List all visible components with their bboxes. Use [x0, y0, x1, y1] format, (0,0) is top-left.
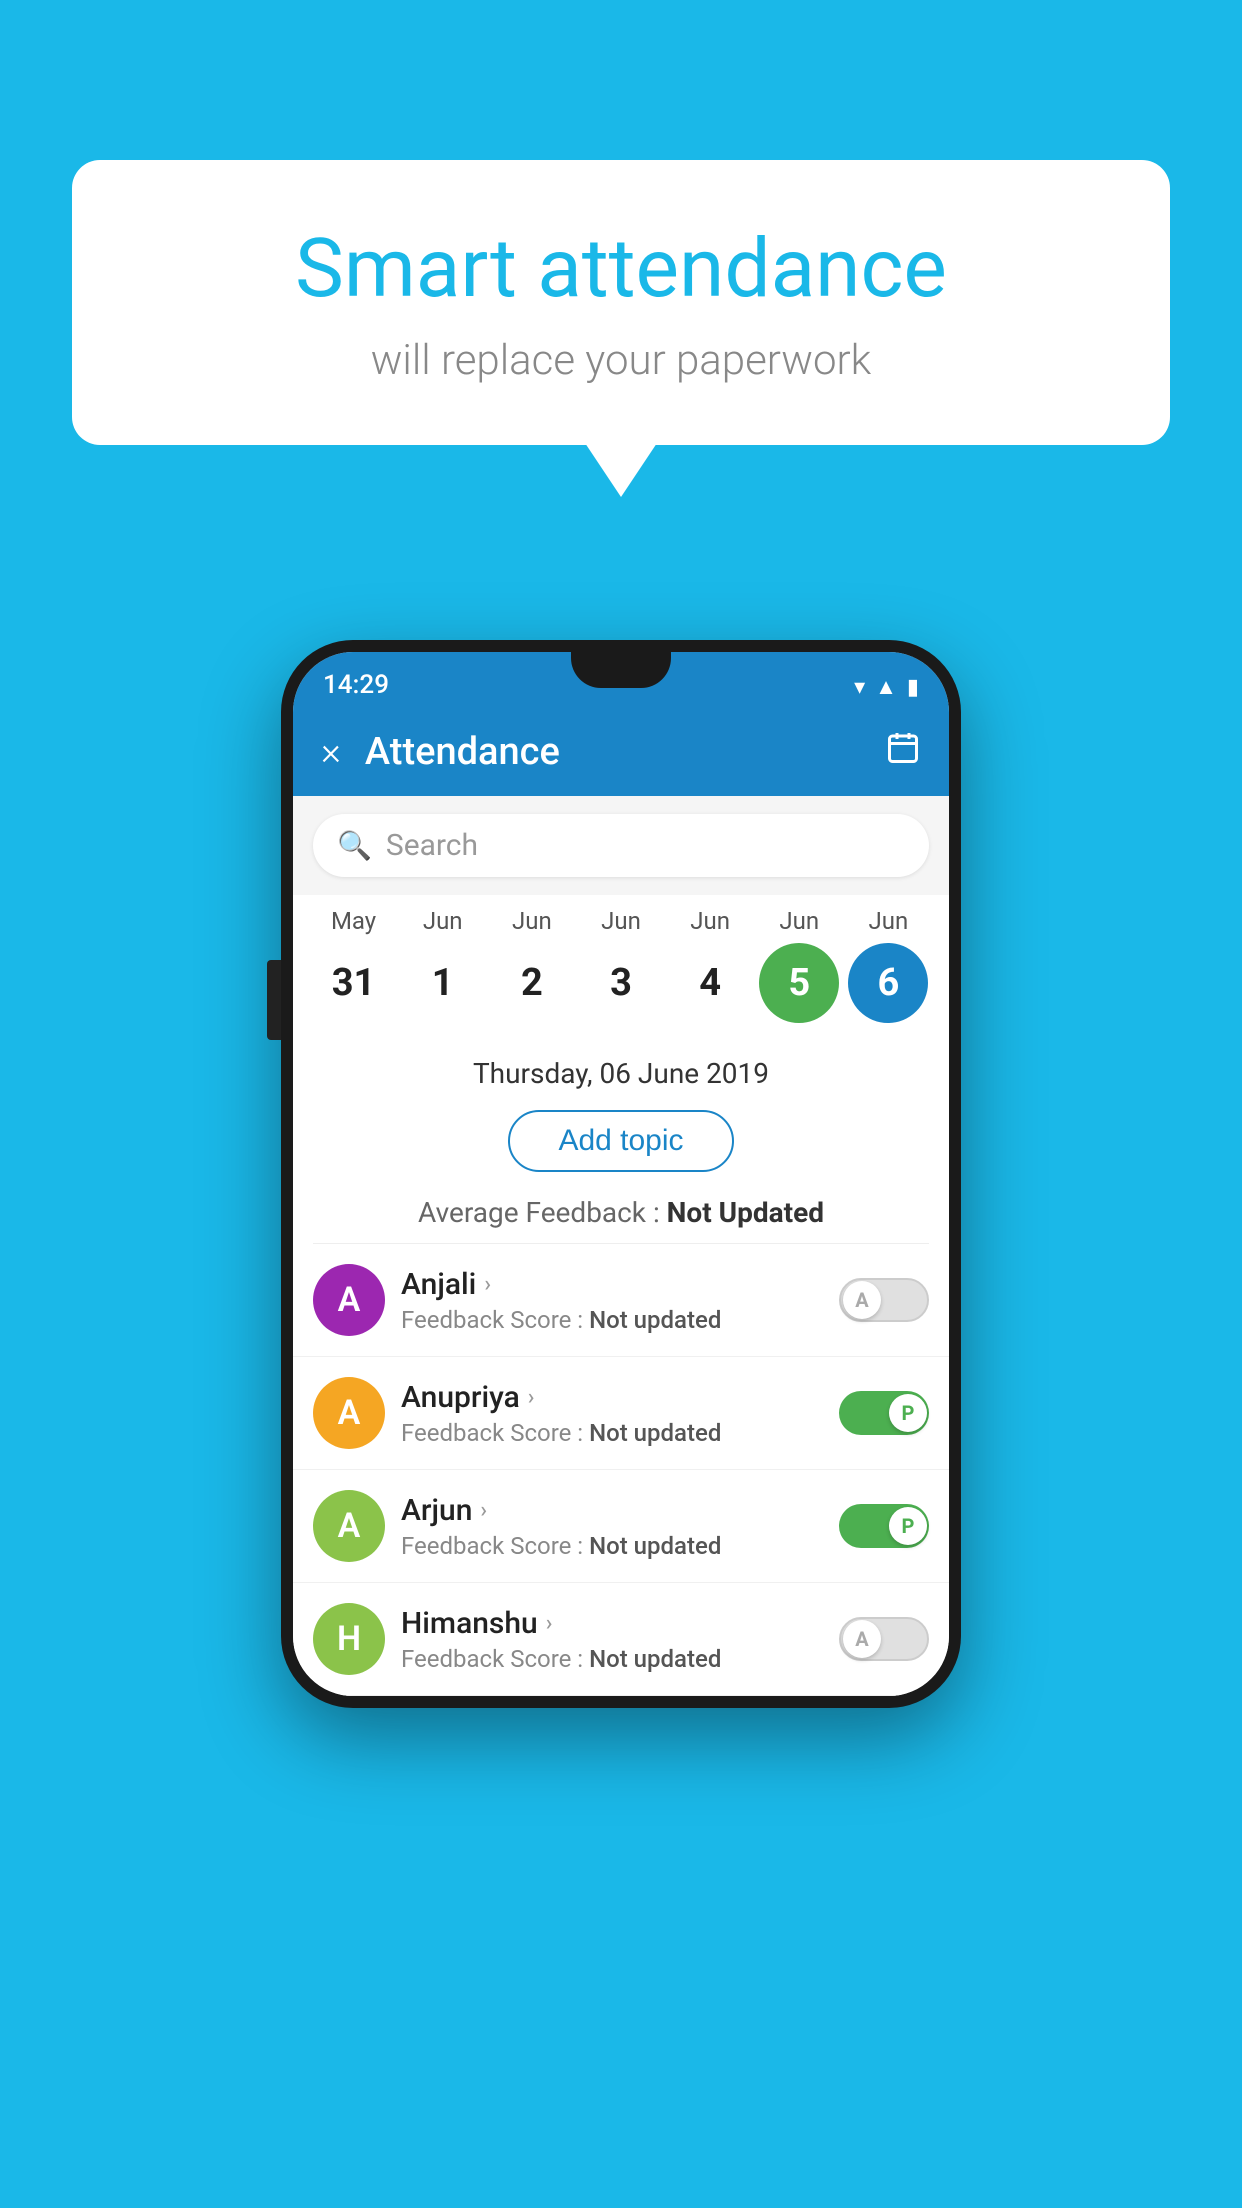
cal-month-6[interactable]: Jun	[848, 907, 928, 935]
header-title: Attendance	[365, 730, 861, 774]
student-feedback-arjun: Feedback Score : Not updated	[401, 1532, 823, 1560]
cal-date-4[interactable]: 4	[670, 943, 750, 1023]
cal-date-1[interactable]: 1	[403, 943, 483, 1023]
search-placeholder: Search	[386, 828, 478, 863]
avatar-anjali: A	[313, 1264, 385, 1336]
toggle-anupriya[interactable]: P	[839, 1391, 929, 1435]
student-item-arjun: A Arjun › Feedback Score : Not updated P	[293, 1470, 949, 1583]
avg-feedback-label: Average Feedback :	[418, 1196, 667, 1229]
toggle-knob-himanshu: A	[843, 1620, 881, 1658]
selected-date-label: Thursday, 06 June 2019	[293, 1043, 949, 1100]
calendar-months: May Jun Jun Jun Jun Jun Jun	[293, 907, 949, 935]
toggle-himanshu[interactable]: A	[839, 1617, 929, 1661]
toggle-anjali[interactable]: A	[839, 1278, 929, 1322]
cal-date-3[interactable]: 3	[581, 943, 661, 1023]
toggle-arjun[interactable]: P	[839, 1504, 929, 1548]
feedback-value-himanshu: Not updated	[589, 1645, 721, 1673]
close-button[interactable]: ×	[321, 733, 341, 771]
search-bar[interactable]: 🔍 Search	[313, 814, 929, 877]
student-info-arjun: Arjun › Feedback Score : Not updated	[385, 1493, 839, 1560]
student-info-himanshu: Himanshu › Feedback Score : Not updated	[385, 1606, 839, 1673]
bubble-subtitle: will replace your paperwork	[152, 336, 1090, 385]
chevron-anjali: ›	[484, 1272, 491, 1297]
search-container: 🔍 Search	[293, 796, 949, 895]
calendar-dates: 31 1 2 3 4 5 6	[293, 943, 949, 1023]
cal-month-5[interactable]: Jun	[759, 907, 839, 935]
battery-icon: ▮	[907, 675, 919, 700]
student-item-himanshu: H Himanshu › Feedback Score : Not update…	[293, 1583, 949, 1696]
status-icons: ▾ ▲ ▮	[854, 674, 919, 700]
search-icon: 🔍	[337, 829, 372, 862]
student-info-anupriya: Anupriya › Feedback Score : Not updated	[385, 1380, 839, 1447]
add-topic-container: Add topic	[293, 1100, 949, 1188]
student-item-anjali: A Anjali › Feedback Score : Not updated …	[293, 1244, 949, 1357]
feedback-value-anupriya: Not updated	[589, 1419, 721, 1447]
toggle-knob-anupriya: P	[889, 1394, 927, 1432]
cal-month-3[interactable]: Jun	[581, 907, 661, 935]
average-feedback: Average Feedback : Not Updated	[293, 1188, 949, 1243]
calendar-icon[interactable]	[885, 730, 921, 774]
student-name-anupriya[interactable]: Anupriya ›	[401, 1380, 823, 1415]
cal-month-1[interactable]: Jun	[403, 907, 483, 935]
bubble-title: Smart attendance	[152, 220, 1090, 318]
feedback-value-anjali: Not updated	[589, 1306, 721, 1334]
student-feedback-anupriya: Feedback Score : Not updated	[401, 1419, 823, 1447]
signal-icon: ▲	[875, 674, 897, 700]
toggle-knob-arjun: P	[889, 1507, 927, 1545]
cal-month-4[interactable]: Jun	[670, 907, 750, 935]
toggle-knob-anjali: A	[843, 1281, 881, 1319]
cal-date-2[interactable]: 2	[492, 943, 572, 1023]
cal-month-0[interactable]: May	[314, 907, 394, 935]
calendar-row: May Jun Jun Jun Jun Jun Jun 31 1 2 3 4 5…	[293, 895, 949, 1043]
phone-screen: 14:29 ▾ ▲ ▮ × Attendance	[293, 652, 949, 1696]
phone-frame: 14:29 ▾ ▲ ▮ × Attendance	[281, 640, 961, 1708]
cal-date-6-selected[interactable]: 6	[848, 943, 928, 1023]
student-name-anjali[interactable]: Anjali ›	[401, 1267, 823, 1302]
phone-wrapper: 14:29 ▾ ▲ ▮ × Attendance	[281, 640, 961, 1708]
student-item-anupriya: A Anupriya › Feedback Score : Not update…	[293, 1357, 949, 1470]
phone-notch	[571, 652, 671, 688]
chevron-anupriya: ›	[528, 1385, 535, 1410]
app-header: × Attendance	[293, 708, 949, 796]
avatar-anupriya: A	[313, 1377, 385, 1449]
chevron-himanshu: ›	[546, 1611, 553, 1636]
cal-date-5-today[interactable]: 5	[759, 943, 839, 1023]
chevron-arjun: ›	[480, 1498, 487, 1523]
student-feedback-anjali: Feedback Score : Not updated	[401, 1306, 823, 1334]
avg-feedback-value: Not Updated	[667, 1196, 824, 1229]
student-list: A Anjali › Feedback Score : Not updated …	[293, 1244, 949, 1696]
student-name-himanshu[interactable]: Himanshu ›	[401, 1606, 823, 1641]
student-name-arjun[interactable]: Arjun ›	[401, 1493, 823, 1528]
student-info-anjali: Anjali › Feedback Score : Not updated	[385, 1267, 839, 1334]
status-time: 14:29	[323, 670, 389, 700]
avatar-arjun: A	[313, 1490, 385, 1562]
add-topic-button[interactable]: Add topic	[508, 1110, 733, 1172]
avatar-himanshu: H	[313, 1603, 385, 1675]
cal-month-2[interactable]: Jun	[492, 907, 572, 935]
feedback-value-arjun: Not updated	[589, 1532, 721, 1560]
wifi-icon: ▾	[854, 675, 865, 700]
student-feedback-himanshu: Feedback Score : Not updated	[401, 1645, 823, 1673]
speech-bubble: Smart attendance will replace your paper…	[72, 160, 1170, 445]
cal-date-31[interactable]: 31	[314, 943, 394, 1023]
